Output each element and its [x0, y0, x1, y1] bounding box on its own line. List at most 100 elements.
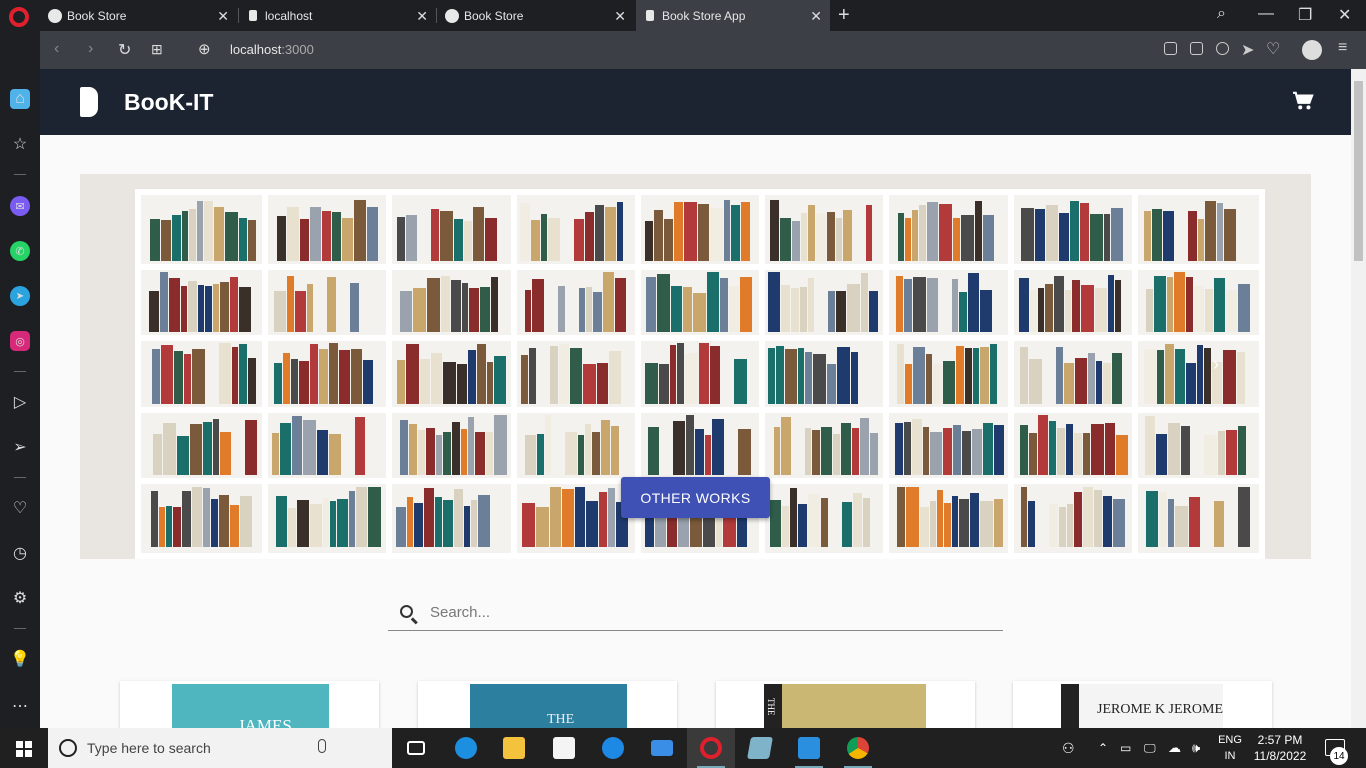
address-bar: ‹ › ↻ ⊞ ⊕ localhost:3000 ➤ ♡ ≡ [40, 31, 1366, 69]
site-info-icon[interactable]: ⊕ [198, 40, 211, 58]
opera-taskbar-icon[interactable] [687, 728, 735, 768]
shelf-book [1028, 432, 1037, 476]
notes-app-icon[interactable] [736, 728, 784, 768]
chrome-icon[interactable] [834, 728, 882, 768]
shelf-book [894, 422, 903, 476]
chevron-right-icon[interactable]: › [1213, 354, 1219, 375]
tab-book-store-app[interactable]: Book Store App ✕ [636, 0, 830, 31]
book-card[interactable]: THE [716, 681, 975, 728]
shelf-book [1065, 290, 1072, 333]
book-card[interactable]: JAMES [120, 681, 379, 728]
book-card[interactable]: JEROME K JEROME [1013, 681, 1272, 728]
shelf-book [573, 219, 584, 261]
close-tab-icon[interactable]: ✕ [810, 8, 822, 25]
messenger-icon[interactable]: ✉ [10, 196, 30, 216]
close-tab-icon[interactable]: ✕ [416, 8, 428, 25]
instagram-icon[interactable]: ◎ [10, 331, 30, 351]
shelf-book [471, 499, 478, 547]
pinboard-icon[interactable]: ☆ [10, 134, 30, 154]
opera-logo-icon[interactable] [9, 7, 29, 27]
history-icon[interactable]: ◷ [10, 543, 30, 563]
close-window-icon[interactable]: ✕ [1338, 5, 1351, 25]
people-icon[interactable]: ⚇ [1062, 728, 1075, 768]
shelf-book [464, 220, 473, 261]
taskbar-search-box[interactable]: Type here to search [48, 728, 392, 768]
shelf-book [734, 359, 748, 404]
onedrive-icon[interactable]: ☁ [1168, 728, 1181, 768]
shelf-book [238, 287, 251, 333]
shelf-book [970, 493, 980, 547]
microphone-icon[interactable] [318, 739, 326, 753]
brand-title[interactable]: BooK-IT [124, 89, 213, 116]
back-icon[interactable]: ‹ [54, 40, 59, 58]
book-card[interactable]: THE [418, 681, 677, 728]
show-hidden-icons-icon[interactable]: ⌃ [1098, 728, 1108, 768]
shelf-book [468, 417, 475, 476]
lightbulb-icon[interactable]: 💡 [10, 649, 30, 669]
easy-setup-icon[interactable]: ≡ [1338, 39, 1347, 57]
forward-icon[interactable]: › [88, 40, 93, 58]
shelf-book [1204, 347, 1212, 404]
windows-start-icon[interactable] [16, 741, 32, 757]
tab-book-store-1[interactable]: Book Store ✕ [40, 0, 237, 31]
tabs-grid-icon[interactable]: ⊞ [151, 41, 163, 58]
shelf-book [443, 499, 454, 547]
restore-icon[interactable]: ❐ [1298, 5, 1312, 25]
more-icon[interactable]: ⋯ [10, 696, 30, 716]
home-icon[interactable]: ⌂ [10, 89, 30, 109]
tab-localhost[interactable]: localhost ✕ [239, 0, 436, 31]
close-tab-icon[interactable]: ✕ [217, 8, 229, 25]
url-field[interactable]: localhost:3000 [230, 42, 314, 57]
file-explorer-icon[interactable] [490, 728, 538, 768]
shelf-book [229, 505, 239, 547]
microsoft-store-icon[interactable] [540, 728, 588, 768]
book-logo-icon[interactable] [80, 87, 98, 117]
vscode-icon[interactable] [785, 728, 833, 768]
taskbar-clock[interactable]: 2:57 PM 11/8/2022 [1249, 732, 1311, 764]
shelf-book [905, 364, 913, 404]
battery-icon[interactable]: ▭ [1120, 728, 1131, 768]
shelf-book [1108, 275, 1115, 333]
edge-icon[interactable] [442, 728, 490, 768]
shelf-book [219, 281, 229, 333]
volume-icon[interactable]: 🕪 [1192, 728, 1200, 768]
send-icon[interactable]: ➤ [1241, 40, 1254, 60]
reload-icon[interactable]: ↻ [118, 40, 131, 60]
language-indicator[interactable]: ENG IN [1214, 732, 1246, 764]
shelf-book [450, 280, 461, 333]
whatsapp-icon[interactable]: ✆ [10, 241, 30, 261]
adblock-icon[interactable] [1216, 42, 1229, 55]
shelf-book [536, 506, 550, 547]
shelf-book [1226, 289, 1238, 333]
search-tabs-icon[interactable]: ⌕ [1217, 5, 1226, 23]
bookmarks-heart-icon[interactable]: ♡ [10, 498, 30, 518]
snapshot-icon[interactable] [1190, 42, 1203, 55]
shelf-book [724, 200, 730, 261]
minimize-icon[interactable]: — [1258, 5, 1274, 23]
shelf-book [584, 212, 594, 261]
shelf-book [728, 286, 739, 333]
share-icon[interactable] [1164, 42, 1177, 55]
mail-icon[interactable] [638, 728, 686, 768]
page-scrollbar[interactable] [1351, 69, 1366, 728]
telegram-icon[interactable]: ➤ [10, 286, 30, 306]
heart-icon[interactable]: ♡ [1266, 39, 1280, 59]
new-tab-icon[interactable]: + [838, 4, 850, 27]
safari-icon[interactable] [589, 728, 637, 768]
profile-avatar[interactable] [1302, 40, 1322, 60]
other-works-button[interactable]: OTHER WORKS [621, 477, 770, 518]
search-input[interactable] [430, 604, 990, 621]
shelf-book [904, 218, 911, 261]
network-icon[interactable]: 🖵 [1144, 728, 1156, 768]
tab-book-store-2[interactable]: Book Store ✕ [437, 0, 634, 31]
close-tab-icon[interactable]: ✕ [614, 8, 626, 25]
shelf-book [329, 343, 339, 404]
shelf-book [218, 494, 229, 547]
settings-gear-icon[interactable]: ⚙ [10, 588, 30, 608]
task-view-icon[interactable] [392, 728, 440, 768]
scrollbar-thumb[interactable] [1354, 81, 1363, 261]
shopping-cart-icon[interactable] [1292, 91, 1314, 111]
player-icon[interactable]: ▷ [10, 392, 30, 412]
shelf-book [684, 202, 697, 261]
my-flow-icon[interactable]: ➢ [10, 437, 30, 457]
